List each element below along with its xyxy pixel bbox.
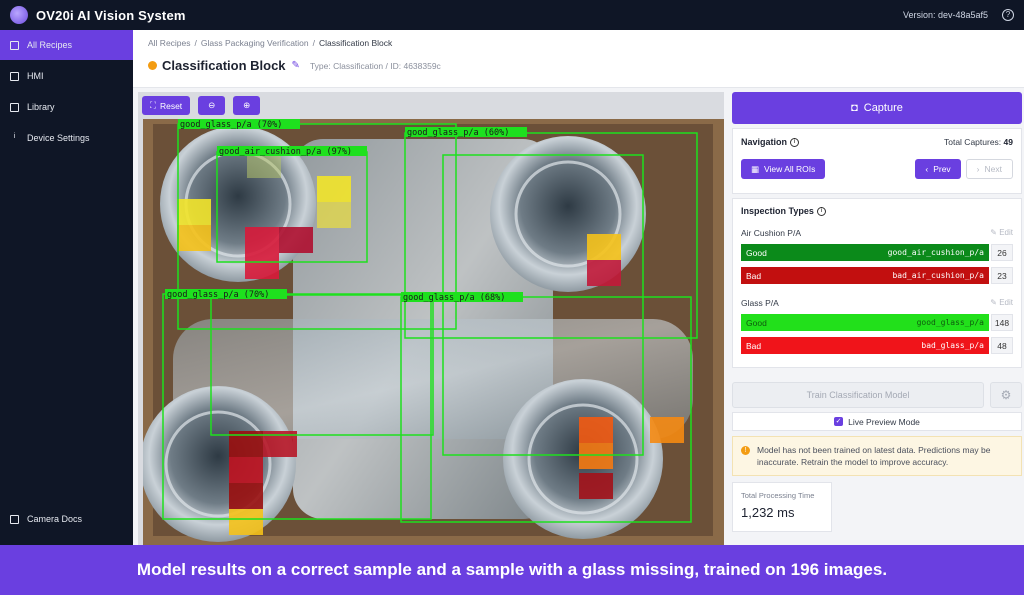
- zoom-out-button[interactable]: ⊖: [198, 96, 226, 115]
- zoom-in-icon: ⊕: [243, 100, 251, 110]
- detection-label: good_glass_p/a (60%): [407, 128, 509, 138]
- sidebar-item-hmi[interactable]: HMI: [0, 61, 133, 91]
- sidebar-item-label: HMI: [27, 71, 44, 81]
- camera-icon: ◘: [851, 102, 858, 114]
- prev-button[interactable]: ‹ Prev: [915, 159, 961, 179]
- info-icon[interactable]: i: [816, 206, 826, 216]
- breadcrumb: All Recipes / Glass Packaging Verification…: [148, 38, 393, 48]
- info-icon[interactable]: i: [790, 137, 800, 147]
- viewer-toolbar: ⛶ Reset ⊖ ⊕: [138, 92, 724, 119]
- sidebar: All Recipes HMI Library i Device Setting…: [0, 30, 133, 545]
- help-icon[interactable]: ?: [1002, 9, 1014, 21]
- detection-label: good_air_cushion_p/a (97%): [219, 147, 352, 157]
- detection-label: good_glass_p/a (70%): [180, 120, 282, 130]
- live-preview-toggle[interactable]: ✓ Live Preview Mode: [732, 412, 1022, 431]
- page-header: All Recipes / Glass Packaging Verification…: [133, 30, 1024, 88]
- camera-image-svg: good_glass_p/a (70%) good_air_cushion_p/…: [143, 119, 724, 545]
- view-all-rois-button[interactable]: ▦ View All ROIs: [741, 159, 826, 179]
- edit-button[interactable]: ✎ Edit: [990, 228, 1013, 238]
- zoom-out-icon: ⊖: [208, 100, 216, 110]
- class-row[interactable]: Bad bad_air_cushion_p/a 23: [741, 267, 1013, 284]
- group-title: Air Cushion P/A ✎ Edit: [741, 228, 1013, 238]
- top-bar: OV20i AI Vision System Version: dev-48a5…: [0, 0, 1024, 30]
- app-title: OV20i AI Vision System: [36, 7, 186, 23]
- caption-banner: Model results on a correct sample and a …: [0, 545, 1024, 595]
- total-captures: Total Captures: 49: [943, 137, 1013, 147]
- class-count: 48: [991, 337, 1013, 354]
- image-viewer: ⛶ Reset ⊖ ⊕ good_glass_p/a (70%) good_ai…: [138, 92, 724, 545]
- class-bar: Bad bad_air_cushion_p/a: [741, 267, 989, 284]
- processing-time-card: Total Processing Time 1,232 ms: [732, 482, 832, 532]
- document-icon: [10, 40, 19, 50]
- class-row[interactable]: Good good_glass_p/a 148: [741, 314, 1013, 331]
- capture-button[interactable]: ◘ Capture: [732, 92, 1022, 124]
- sidebar-item-library[interactable]: Library: [0, 92, 133, 122]
- breadcrumb-root[interactable]: All Recipes: [148, 38, 191, 48]
- train-model-button[interactable]: Train Classification Model: [732, 382, 984, 408]
- grid-icon: ▦: [751, 163, 760, 174]
- status-dot: [148, 61, 157, 70]
- camera-image[interactable]: good_glass_p/a (70%) good_air_cushion_p/…: [143, 119, 724, 545]
- glass-top-right: [490, 136, 646, 292]
- class-count: 26: [991, 244, 1013, 261]
- detection-label: good_glass_p/a (70%): [167, 290, 269, 300]
- navigation-card: Navigation i Total Captures: 49 ▦ View Al…: [732, 128, 1022, 194]
- next-button[interactable]: › Next: [965, 159, 1013, 179]
- right-panel: ◘ Capture Navigation i Total Captures: 4…: [732, 92, 1022, 545]
- class-bar: Good good_air_cushion_p/a: [741, 244, 989, 261]
- breadcrumb-mid[interactable]: Glass Packaging Verification: [201, 38, 309, 48]
- version-label: Version: dev-48a5af5: [902, 10, 988, 20]
- processing-time-label: Total Processing Time: [741, 491, 815, 500]
- sidebar-item-device-settings[interactable]: i Device Settings: [0, 123, 133, 153]
- class-bar: Bad bad_glass_p/a: [741, 337, 989, 354]
- navigation-title: Navigation: [741, 137, 788, 147]
- group-title: Glass P/A ✎ Edit: [741, 298, 1013, 308]
- chevron-right-icon: ›: [976, 164, 980, 174]
- page-title: Classification Block: [162, 58, 286, 73]
- class-row[interactable]: Good good_air_cushion_p/a 26: [741, 244, 1013, 261]
- edit-button[interactable]: ✎ Edit: [990, 298, 1013, 308]
- inspection-types-card: Inspection Types i Air Cushion P/A ✎ Edi…: [732, 198, 1022, 368]
- sidebar-item-label: All Recipes: [27, 40, 73, 50]
- sidebar-item-label: Library: [27, 102, 55, 112]
- breadcrumb-current: Classification Block: [319, 38, 393, 48]
- processing-time-value: 1,232 ms: [741, 505, 795, 520]
- sidebar-item-camera-docs[interactable]: Camera Docs: [0, 504, 133, 534]
- checkbox-checked-icon[interactable]: ✓: [834, 417, 844, 426]
- reset-icon: ⛶: [150, 100, 156, 110]
- reset-button[interactable]: ⛶ Reset: [142, 96, 191, 115]
- warning-banner: ! Model has not been trained on latest d…: [732, 436, 1022, 476]
- detection-label: good_glass_p/a (68%): [403, 293, 505, 303]
- pencil-icon[interactable]: ✎: [292, 60, 300, 71]
- monitor-icon: [10, 71, 19, 81]
- grid-icon: [10, 102, 19, 112]
- chevron-left-icon: ‹: [925, 164, 929, 174]
- class-count: 23: [991, 267, 1013, 284]
- warning-icon: !: [741, 446, 750, 455]
- sidebar-item-label: Camera Docs: [27, 514, 83, 524]
- doc-icon: [10, 514, 19, 524]
- class-row[interactable]: Bad bad_glass_p/a 48: [741, 337, 1013, 354]
- info-icon: i: [13, 132, 16, 140]
- zoom-in-button[interactable]: ⊕: [233, 96, 261, 115]
- sidebar-item-label: Device Settings: [27, 133, 90, 143]
- sidebar-item-all-recipes[interactable]: All Recipes: [0, 30, 133, 60]
- inspection-types-title: Inspection Types: [741, 206, 814, 216]
- class-count: 148: [991, 314, 1013, 331]
- class-bar: Good good_glass_p/a: [741, 314, 989, 331]
- gear-icon[interactable]: ⚙: [990, 382, 1022, 408]
- app-logo-icon: [10, 6, 28, 24]
- page-meta: Type: Classification / ID: 4638359c: [309, 60, 441, 71]
- main-area: All Recipes / Glass Packaging Verification…: [133, 30, 1024, 545]
